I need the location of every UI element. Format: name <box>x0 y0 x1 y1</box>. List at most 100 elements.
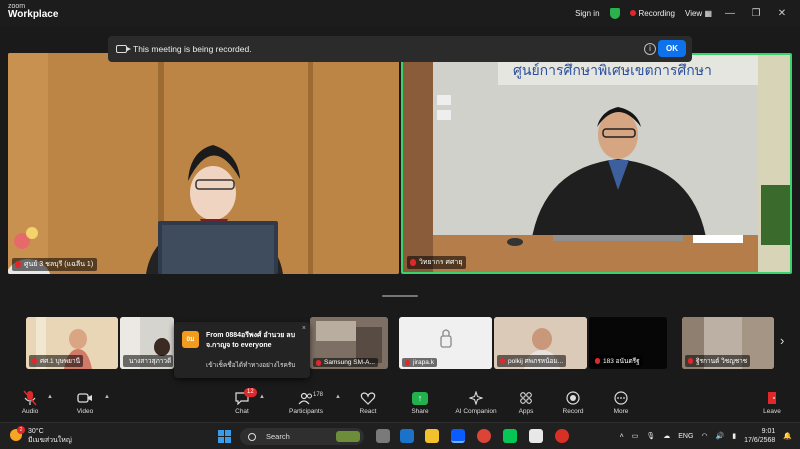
line-app-icon[interactable] <box>503 429 517 443</box>
svg-text:ศูนย์การศึกษาพิเศษเขตการศึกษา: ศูนย์การศึกษาพิเศษเขตการศึกษา <box>513 62 712 79</box>
chat-message-preview: เข้าเช็คชื่อได้ทำทางอย่างไรครับ <box>206 362 296 369</box>
recording-camera-icon <box>116 45 131 53</box>
thumbnail-tile[interactable]: นางสาวสุภาวดี <box>120 317 174 369</box>
title-bar: zoom Workplace Sign in Recording View ▦ … <box>0 0 800 26</box>
thumbnail-tile[interactable]: ศศ.1 บุษพยานี <box>26 317 118 369</box>
battery-icon[interactable]: ▮ <box>732 432 736 440</box>
next-page-chevron-icon[interactable]: › <box>780 333 784 348</box>
video-feed-left <box>8 53 399 274</box>
apps-button[interactable]: Apps <box>499 390 553 415</box>
video-camera-icon <box>77 393 92 403</box>
thumbnail-tile[interactable]: 183 อนันตรีฐ <box>589 317 667 369</box>
record-button[interactable]: Record <box>546 390 600 415</box>
recording-dot-icon <box>629 10 636 17</box>
tray-onedrive-icon[interactable]: ☁ <box>663 432 670 440</box>
chrome-icon[interactable] <box>477 429 491 443</box>
close-window-icon[interactable]: ✕ <box>774 8 790 19</box>
thumbnail-tile[interactable]: jirapa.k <box>399 317 492 369</box>
muted-mic-icon <box>316 359 321 366</box>
zoom-app-icon[interactable] <box>451 429 465 443</box>
more-button[interactable]: More <box>594 390 648 415</box>
zoom-logo: zoom Workplace <box>8 3 59 20</box>
participants-icon <box>298 392 312 405</box>
taskbar-clock[interactable]: 9:01 17/6/2568 <box>744 427 775 445</box>
search-highlight-icon <box>336 431 360 442</box>
thumbnail-tile[interactable]: Samsung SM-A... <box>310 317 388 369</box>
video-options-caret-icon[interactable]: ▲ <box>104 394 110 400</box>
muted-mic-icon <box>688 358 693 364</box>
muted-mic-icon <box>595 358 600 364</box>
chat-sender-line: From 0884อรีพงศ์ อำนวย ลบ จ.กาญจ to ever… <box>206 332 296 349</box>
info-icon[interactable]: i <box>644 43 656 55</box>
muted-mic-icon <box>15 261 21 268</box>
chat-options-caret-icon[interactable]: ▲ <box>259 394 265 400</box>
recording-notice-banner: This meeting is being recorded. i OK <box>108 36 692 62</box>
windows-taskbar: 2 30°C มีเมฆส่วนใหญ่ Search ˄ ▭ 🎙 ☁ ENG … <box>0 422 800 449</box>
sign-in-link[interactable]: Sign in <box>575 9 599 18</box>
participant-name-tag: วิทยากร ศศายุ <box>407 256 467 269</box>
muted-mic-icon <box>32 358 37 364</box>
tray-mic-icon[interactable]: 🎙 <box>646 432 655 440</box>
thumbnail-tile[interactable]: polkij ศพภรหน้อม... <box>494 317 587 369</box>
media-player-icon[interactable] <box>555 429 569 443</box>
notification-bell-icon[interactable]: 🔔 <box>783 432 792 440</box>
participants-count: 178 <box>313 392 324 398</box>
maximize-icon[interactable]: ❐ <box>748 8 764 19</box>
wifi-icon[interactable]: ◠ <box>701 432 707 440</box>
thumbnail-name-tag: jirapa.k <box>402 358 437 367</box>
recording-indicator[interactable]: Recording <box>629 9 675 18</box>
audio-options-caret-icon[interactable]: ▲ <box>47 394 53 400</box>
thumbnail-name-tag: ฐิรกานต์ วิชญชาช <box>685 355 751 367</box>
chat-notification-popup[interactable]: 0ม From 0884อรีพงศ์ อำนวย ลบ จ.กาญจ to e… <box>174 322 310 378</box>
recording-notice-text: This meeting is being recorded. <box>133 44 252 54</box>
thumbnail-name-tag: Samsung SM-A... <box>313 358 378 367</box>
taskbar-search-box[interactable]: Search <box>240 428 364 445</box>
mic-muted-icon <box>23 390 37 406</box>
weather-badge: 2 <box>17 426 25 434</box>
tray-overflow-chevron-icon[interactable]: ˄ <box>620 433 624 440</box>
leave-button[interactable]: Leave <box>745 390 799 415</box>
temperature: 30°C <box>28 428 44 435</box>
close-popup-icon[interactable]: × <box>302 325 306 332</box>
apps-icon <box>520 392 532 404</box>
muted-mic-icon <box>405 359 410 366</box>
chat-unread-badge: 12 <box>244 388 257 397</box>
task-view-icon[interactable] <box>376 429 390 443</box>
view-button[interactable]: View ▦ <box>685 9 712 18</box>
thumbnail-name-tag: ศศ.1 บุษพยานี <box>29 355 84 367</box>
weather-widget[interactable]: 2 30°C มีเมฆส่วนใหญ่ <box>10 426 72 445</box>
file-explorer-icon[interactable] <box>425 429 439 443</box>
video-tile-active-speaker[interactable]: ศูนย์การศึกษาพิเศษเขตการศึกษา วิทยากร ศศ… <box>401 53 792 274</box>
record-icon <box>566 391 580 405</box>
share-button[interactable]: ↑ Share <box>393 390 447 415</box>
security-shield-icon[interactable] <box>609 7 620 19</box>
ok-button[interactable]: OK <box>658 40 686 57</box>
minimize-icon[interactable]: — <box>722 8 738 19</box>
heart-icon <box>360 392 376 405</box>
share-screen-icon: ↑ <box>412 391 428 405</box>
resize-handle[interactable] <box>382 295 418 297</box>
weather-condition: มีเมฆส่วนใหญ่ <box>28 437 72 444</box>
sparkle-icon <box>469 391 483 405</box>
sender-avatar: 0ม <box>182 331 199 348</box>
leave-door-icon <box>768 392 776 404</box>
thumbnail-name-tag: 183 อนันตรีฐ <box>592 355 643 367</box>
thumbnail-tile[interactable]: ฐิรกานต์ วิชญชาช <box>682 317 774 369</box>
windows-start-icon[interactable] <box>218 430 231 443</box>
system-tray: ˄ ▭ 🎙 ☁ ENG ◠ 🔊 ▮ 9:01 17/6/2568 🔔 <box>612 427 792 445</box>
muted-mic-icon <box>410 259 416 266</box>
participants-button[interactable]: Participants <box>279 390 333 415</box>
view-grid-icon: ▦ <box>704 8 712 18</box>
calendar-app-icon[interactable] <box>529 429 543 443</box>
participant-name-tag: ศูนย์ 3 ชลบุรี (แฉลีน 1) <box>12 258 98 271</box>
tray-cast-icon[interactable]: ▭ <box>632 432 639 440</box>
thumbnail-name-tag: polkij ศพภรหน้อม... <box>497 355 567 367</box>
video-tile-main-left[interactable]: ศูนย์ 3 ชลบุรี (แฉลีน 1) <box>8 53 399 274</box>
react-button[interactable]: React <box>341 390 395 415</box>
ai-companion-button[interactable]: AI Companion <box>445 390 507 415</box>
meeting-toolbar: Audio ▲ Video ▲ Chat 12 ▲ Participants 1… <box>0 388 800 422</box>
keyboard-language[interactable]: ENG <box>678 433 693 440</box>
volume-icon[interactable]: 🔊 <box>716 432 725 440</box>
video-feed-right: ศูนย์การศึกษาพิเศษเขตการศึกษา <box>403 55 790 272</box>
outlook-icon[interactable] <box>400 429 414 443</box>
